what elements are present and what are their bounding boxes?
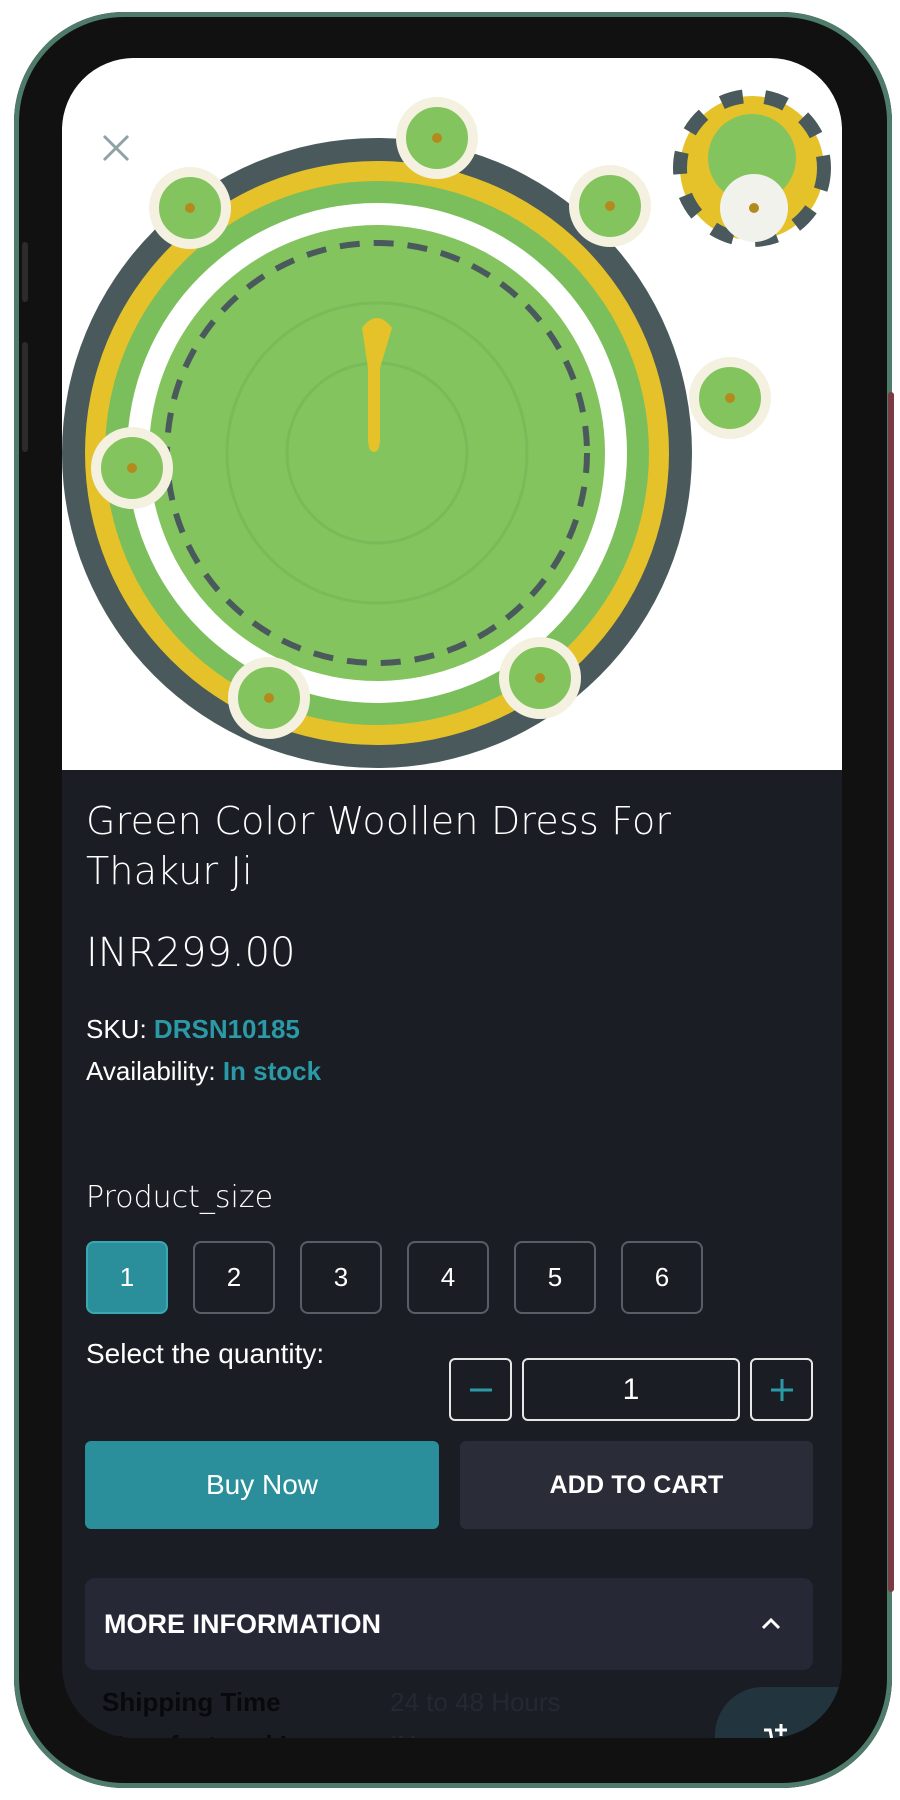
quantity-increase-button[interactable] <box>750 1358 813 1421</box>
size-option-3[interactable]: 3 <box>300 1241 382 1314</box>
size-label: Product_size <box>86 1180 274 1215</box>
plus-icon <box>770 1378 793 1401</box>
size-option-1[interactable]: 1 <box>86 1241 168 1314</box>
size-option-2[interactable]: 2 <box>193 1241 275 1314</box>
phone-side-button <box>22 242 28 302</box>
add-to-cart-button[interactable]: ADD TO CART <box>460 1441 813 1529</box>
quantity-decrease-button[interactable] <box>449 1358 512 1421</box>
floating-cart-button[interactable] <box>715 1687 842 1738</box>
sku-label: SKU: <box>86 1014 147 1044</box>
size-selector: 1 2 3 4 5 6 <box>86 1241 703 1314</box>
product-photo <box>62 89 831 768</box>
info-value: 24 to 48 Hours <box>390 1687 561 1717</box>
crochet-dress-illustration <box>62 89 831 768</box>
more-information-toggle[interactable]: MORE INFORMATION <box>85 1578 813 1670</box>
phone-side-button <box>22 342 28 452</box>
size-option-6[interactable]: 6 <box>621 1241 703 1314</box>
size-option-4[interactable]: 4 <box>407 1241 489 1314</box>
minus-icon <box>469 1388 492 1391</box>
availability-value: In stock <box>222 1056 322 1086</box>
close-button[interactable] <box>96 128 136 168</box>
product-price: INR299.00 <box>86 930 296 976</box>
buy-now-button[interactable]: Buy Now <box>85 1441 439 1529</box>
sku-line: SKU: DRSN10185 <box>86 1014 300 1045</box>
availability-label: Availability: <box>86 1056 216 1086</box>
app-screen: Green Color Woollen Dress For Thakur Ji … <box>62 58 842 1738</box>
product-image <box>62 58 842 770</box>
sku-value: DRSN10185 <box>153 1014 300 1044</box>
info-key: Shipping Time <box>102 1687 281 1717</box>
product-title: Green Color Woollen Dress For Thakur Ji <box>86 799 672 893</box>
add-shopping-cart-icon <box>764 1724 798 1738</box>
close-icon <box>102 134 130 162</box>
chevron-up-icon <box>761 1617 781 1630</box>
quantity-label: Select the quantity: <box>86 1338 325 1369</box>
quantity-input[interactable]: 1 <box>522 1358 740 1421</box>
info-value: IN <box>390 1730 416 1738</box>
availability-line: Availability: In stock <box>86 1056 321 1087</box>
more-information-label: MORE INFORMATION <box>104 1609 381 1639</box>
size-option-5[interactable]: 5 <box>514 1241 596 1314</box>
product-details: Green Color Woollen Dress For Thakur Ji … <box>62 770 842 1738</box>
info-key: Manufcatured In <box>102 1730 303 1738</box>
